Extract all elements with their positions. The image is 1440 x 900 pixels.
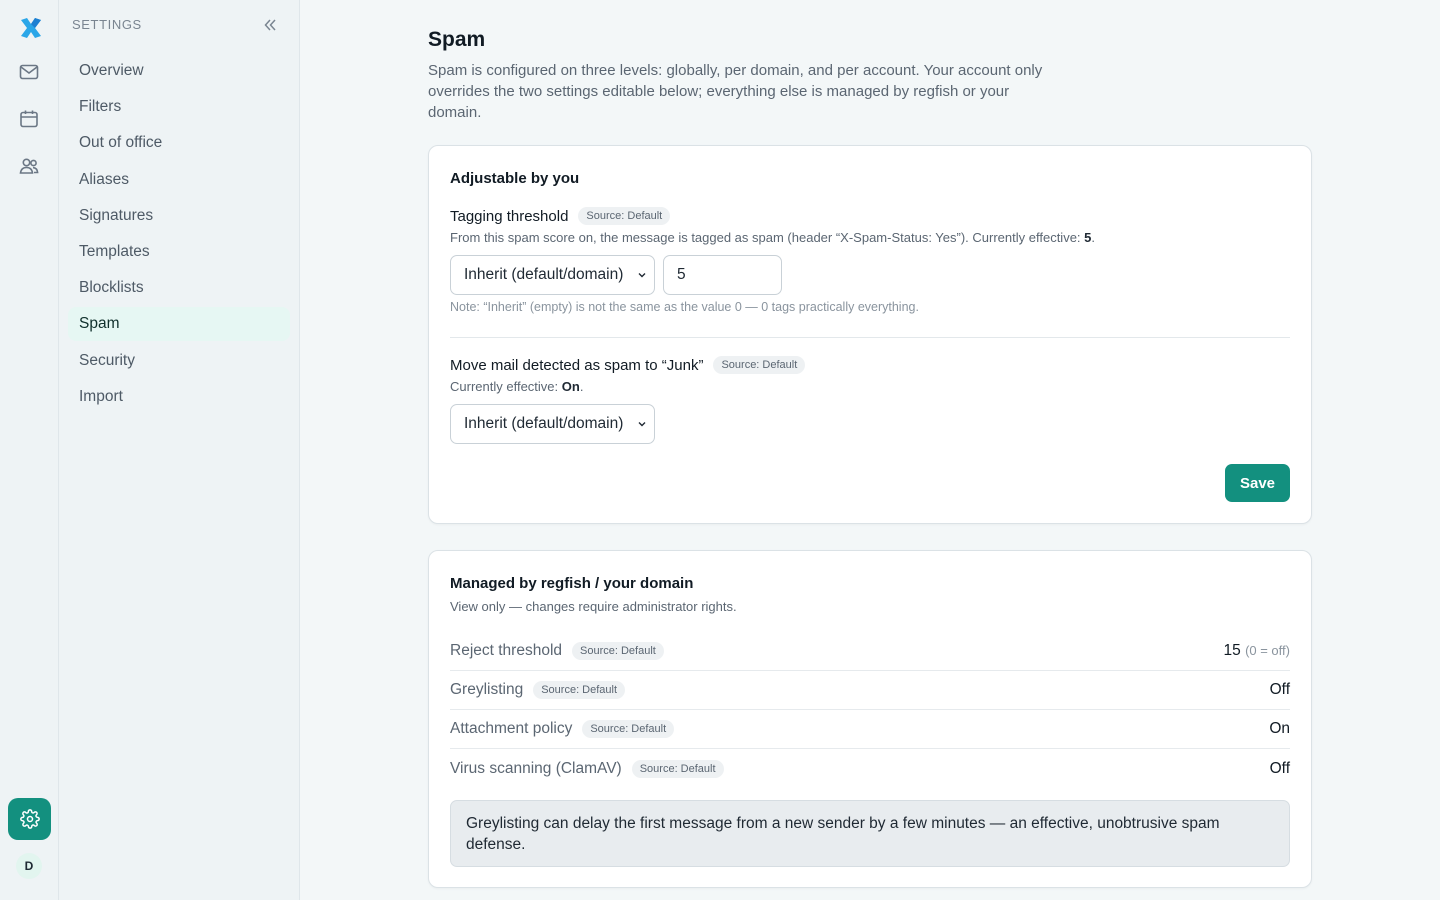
source-badge: Source: Default [713,356,806,374]
sidebar-item-import[interactable]: Import [68,380,290,414]
help-text: From this spam score on, the message is … [450,230,1085,245]
icon-rail: D [0,0,59,900]
tagging-threshold-input[interactable]: 5 [663,255,782,295]
mail-icon[interactable] [18,61,40,83]
tagging-threshold-note: Note: “Inherit” (empty) is not the same … [450,300,919,314]
tagging-threshold-label: Tagging threshold [450,208,569,225]
tagging-threshold-header: Tagging threshold Source: Default [450,207,671,226]
collapse-sidebar-icon[interactable] [261,16,279,34]
page-description: Spam is configured on three levels: glob… [428,62,1043,121]
row-label: Greylisting [450,681,524,698]
value-suffix: (0 = off) [1245,643,1290,658]
row-value: On [1269,720,1290,737]
source-badge: Source: Default [631,759,724,778]
settings-button[interactable] [8,798,51,840]
app-logo-icon[interactable] [17,14,45,42]
effective-value: On [561,379,580,394]
junk-move-header: Move mail detected as spam to “Junk” Sour… [450,356,806,375]
contacts-icon[interactable] [18,155,40,177]
reject-threshold-row: Reject threshold Source: Default 15 (0 = … [450,632,1290,671]
settings-nav: Overview Filters Out of office Aliases S… [68,54,290,416]
sidebar-item-security[interactable]: Security [68,344,290,378]
row-value: Off [1269,681,1290,698]
junk-move-label: Move mail detected as spam to “Junk” [450,357,704,374]
greylisting-info-box: Greylisting can delay the first message … [450,800,1290,867]
source-badge: Source: Default [582,720,675,738]
page-title: Spam [428,28,486,51]
settings-sidebar: SETTINGS Overview Filters Out of office … [59,0,300,900]
junk-move-select[interactable]: Inherit (default/domain) [450,404,655,444]
sidebar-item-filters[interactable]: Filters [68,90,290,124]
attachment-policy-row: Attachment policy Source: Default On [450,710,1290,749]
managed-card-subtitle: View only — changes require administrato… [450,599,737,614]
source-badge: Source: Default [578,207,671,225]
source-badge: Source: Default [572,642,664,660]
adjustable-card: Adjustable by you Tagging threshold Sourc… [428,145,1312,524]
select-value: Inherit (default/domain) [464,266,624,283]
user-avatar[interactable]: D [16,853,42,879]
greylisting-row: Greylisting Source: Default Off [450,671,1290,710]
sidebar-item-signatures[interactable]: Signatures [68,199,290,233]
calendar-icon[interactable] [18,108,40,130]
managed-card-title: Managed by regfish / your domain [450,575,694,592]
row-value: Off [1269,759,1290,777]
sidebar-item-templates[interactable]: Templates [68,235,290,269]
tagging-threshold-help: From this spam score on, the message is … [450,230,1095,245]
help-suffix: . [1091,230,1096,245]
sidebar-item-aliases[interactable]: Aliases [68,163,290,197]
sidebar-item-blocklists[interactable]: Blocklists [68,271,290,305]
junk-move-help: Currently effective: On. [450,379,583,394]
row-label: Virus scanning (ClamAV) [450,759,622,777]
value-text: 15 [1223,642,1241,659]
sidebar-item-out-of-office[interactable]: Out of office [68,126,290,160]
save-button[interactable]: Save [1225,464,1290,502]
adjustable-card-title: Adjustable by you [450,170,580,187]
sidebar-item-overview[interactable]: Overview [68,54,290,88]
help-suffix: . [579,379,584,394]
help-text: Currently effective: [450,379,562,394]
section-divider [450,337,1290,338]
virus-scanning-row: Virus scanning (ClamAV) Source: Default O… [450,749,1290,788]
tagging-threshold-select[interactable]: Inherit (default/domain) [450,255,655,295]
row-label: Attachment policy [450,720,573,737]
sidebar-item-spam[interactable]: Spam [68,307,290,342]
row-label: Reject threshold [450,642,563,659]
gear-icon [19,809,40,829]
chevron-down-icon [638,273,646,278]
managed-card: Managed by regfish / your domain View on… [428,550,1312,888]
select-value: Inherit (default/domain) [464,415,624,432]
chevron-down-icon [638,422,646,427]
source-badge: Source: Default [533,681,626,699]
sidebar-header: SETTINGS [72,17,142,32]
row-value: 15 (0 = off) [1224,642,1291,660]
